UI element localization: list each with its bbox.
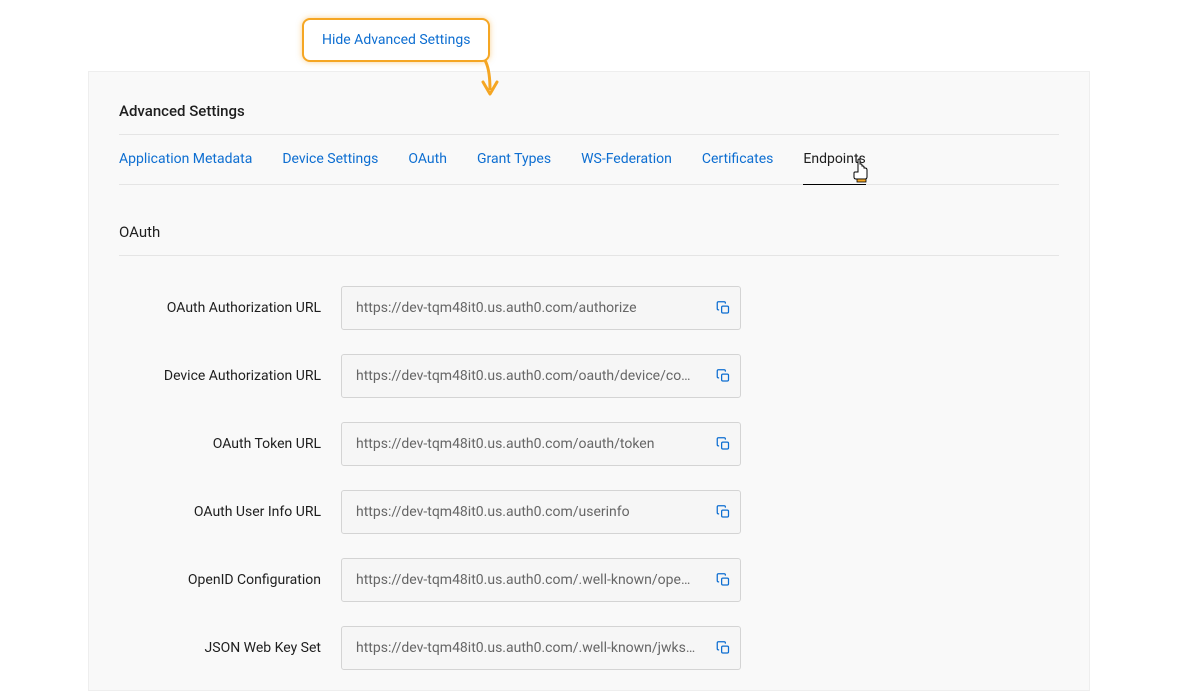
tab-endpoints[interactable]: Endpoints: [803, 149, 865, 170]
openid-configuration-input[interactable]: [341, 558, 741, 602]
field-input-wrap: [341, 422, 741, 466]
field-label: OAuth Token URL: [119, 436, 341, 452]
endpoint-fields: OAuth Authorization URL Device Authoriza…: [119, 286, 1059, 670]
tab-device-settings[interactable]: Device Settings: [282, 149, 378, 170]
oauth-authorization-url-input[interactable]: [341, 286, 741, 330]
field-input-wrap: [341, 626, 741, 670]
field-input-wrap: [341, 354, 741, 398]
sub-section-title: OAuth: [119, 223, 1059, 256]
field-label: OAuth User Info URL: [119, 504, 341, 520]
json-web-key-set-input[interactable]: [341, 626, 741, 670]
hide-advanced-settings-button[interactable]: Hide Advanced Settings: [302, 18, 490, 62]
copy-button[interactable]: [716, 505, 731, 520]
copy-icon: [716, 505, 731, 520]
section-title: Advanced Settings: [119, 102, 1059, 135]
field-label: JSON Web Key Set: [119, 640, 341, 656]
field-row-openid-configuration: OpenID Configuration: [119, 558, 1059, 602]
field-row-oauth-authorization-url: OAuth Authorization URL: [119, 286, 1059, 330]
copy-icon: [716, 641, 731, 656]
copy-button[interactable]: [716, 301, 731, 316]
copy-button[interactable]: [716, 641, 731, 656]
callout-label: Hide Advanced Settings: [322, 32, 470, 48]
field-label: OAuth Authorization URL: [119, 300, 341, 316]
copy-icon: [716, 573, 731, 588]
field-input-wrap: [341, 558, 741, 602]
copy-button[interactable]: [716, 573, 731, 588]
field-label: Device Authorization URL: [119, 368, 341, 384]
copy-button[interactable]: [716, 437, 731, 452]
tab-ws-federation[interactable]: WS-Federation: [581, 149, 672, 170]
tab-grant-types[interactable]: Grant Types: [477, 149, 551, 170]
field-input-wrap: [341, 490, 741, 534]
device-authorization-url-input[interactable]: [341, 354, 741, 398]
copy-icon: [716, 369, 731, 384]
tab-application-metadata[interactable]: Application Metadata: [119, 149, 252, 170]
field-label: OpenID Configuration: [119, 572, 341, 588]
field-row-json-web-key-set: JSON Web Key Set: [119, 626, 1059, 670]
field-row-oauth-token-url: OAuth Token URL: [119, 422, 1059, 466]
copy-icon: [716, 437, 731, 452]
oauth-token-url-input[interactable]: [341, 422, 741, 466]
field-row-oauth-user-info-url: OAuth User Info URL: [119, 490, 1059, 534]
field-row-device-authorization-url: Device Authorization URL: [119, 354, 1059, 398]
tab-oauth[interactable]: OAuth: [408, 149, 447, 170]
advanced-settings-panel: Advanced Settings Application Metadata D…: [88, 71, 1090, 691]
tabs-container: Application Metadata Device Settings OAu…: [119, 135, 1059, 185]
copy-icon: [716, 301, 731, 316]
tab-certificates[interactable]: Certificates: [702, 149, 774, 170]
oauth-user-info-url-input[interactable]: [341, 490, 741, 534]
copy-button[interactable]: [716, 369, 731, 384]
field-input-wrap: [341, 286, 741, 330]
